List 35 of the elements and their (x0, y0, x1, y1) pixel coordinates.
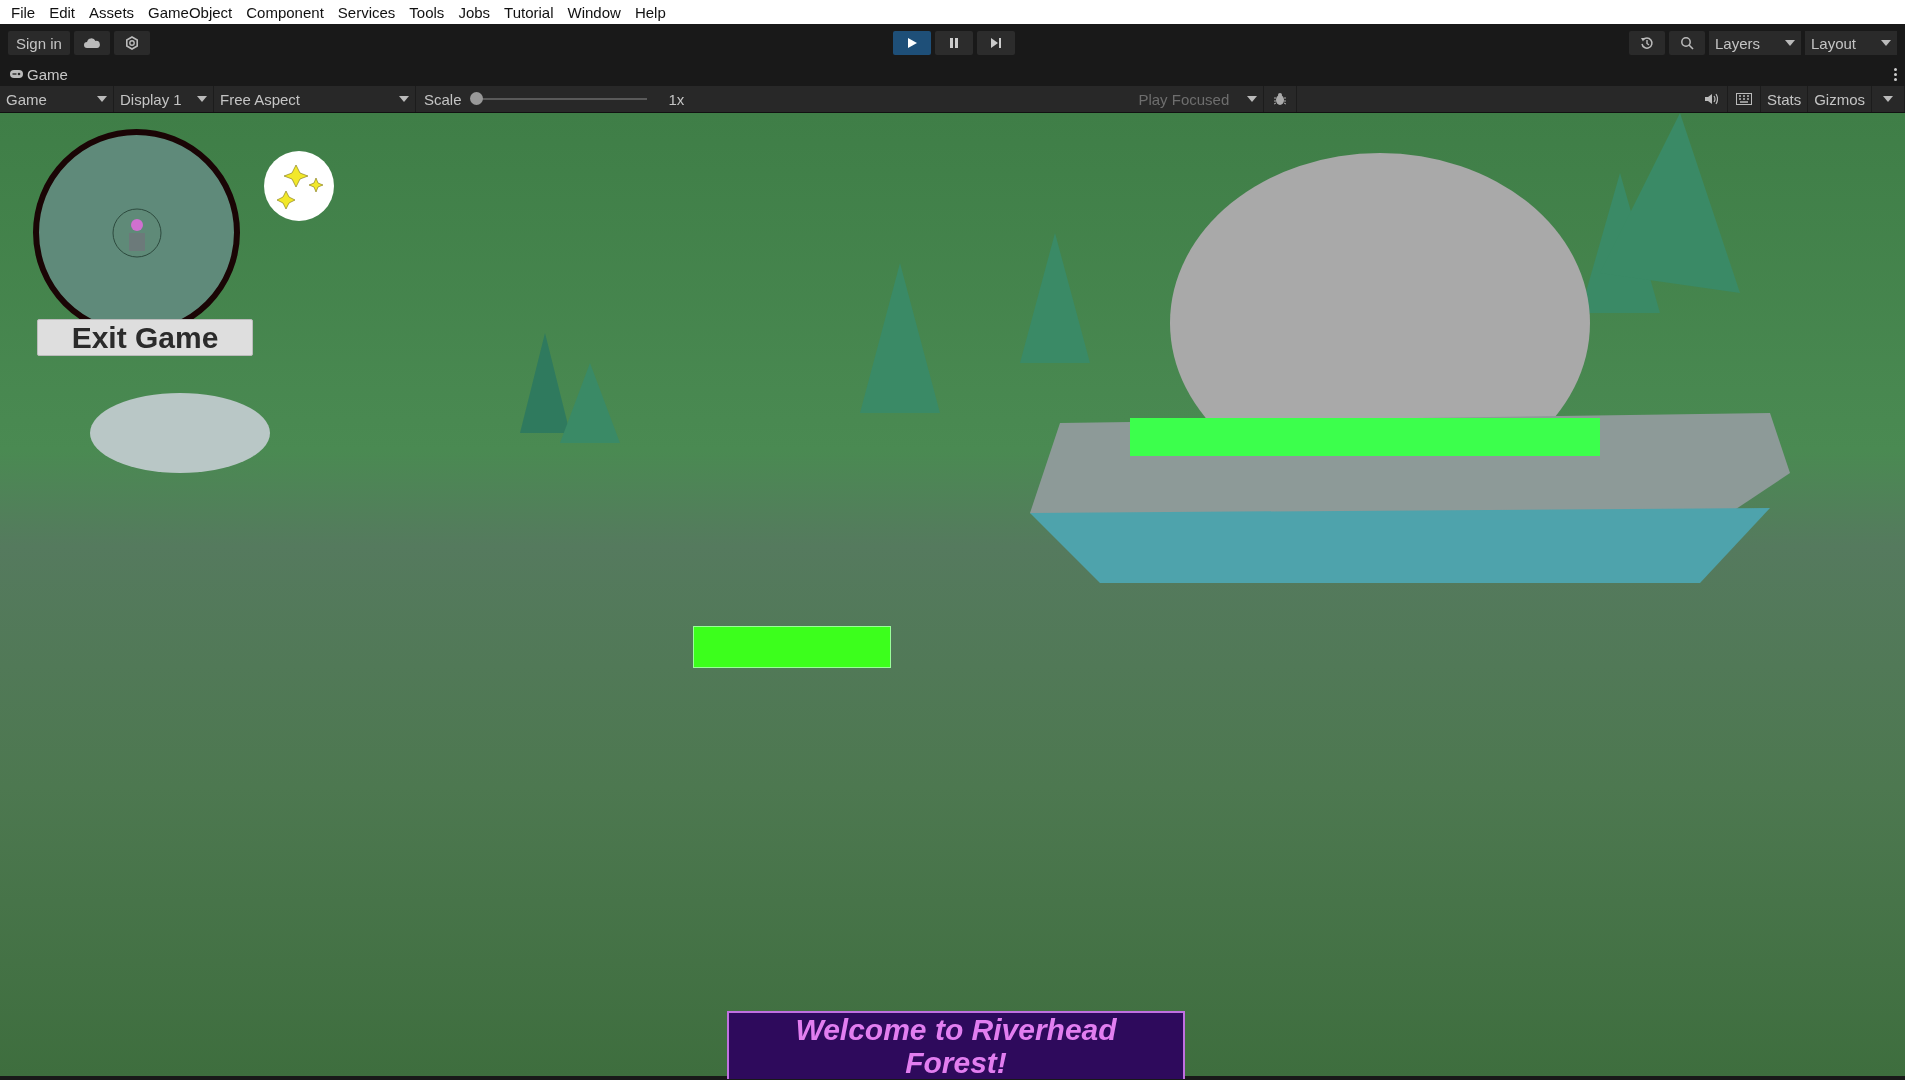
welcome-text: Welcome to Riverhead (795, 1013, 1117, 1046)
step-button[interactable] (977, 31, 1016, 55)
scale-slider[interactable] (469, 92, 483, 105)
welcome-text: Forest! (905, 1046, 1007, 1079)
menu-item[interactable]: Tools (402, 3, 452, 21)
more-icon[interactable] (1894, 67, 1897, 81)
game-tab[interactable]: Game (10, 65, 68, 83)
layers-dropdown[interactable]: Layers (1709, 31, 1801, 55)
search-icon[interactable] (1669, 31, 1705, 55)
menu-item[interactable]: Tutorial (497, 3, 561, 21)
avatar-icon (111, 207, 162, 258)
sparkles-icon[interactable] (264, 151, 334, 221)
menu-item[interactable]: File (4, 3, 43, 21)
history-icon[interactable] (1629, 31, 1665, 55)
scale-label: Scale (424, 90, 462, 108)
pause-icon (948, 37, 961, 49)
menu-item[interactable]: Jobs (451, 3, 498, 21)
menu-item[interactable]: Services (330, 3, 403, 21)
scale-value: 1x (668, 90, 685, 108)
menu-item[interactable]: Help (627, 3, 673, 21)
play-icon (906, 37, 919, 49)
play-button[interactable] (893, 31, 932, 55)
exit-game-button[interactable]: Exit Game (37, 319, 253, 356)
step-icon (990, 37, 1003, 49)
pause-button[interactable] (935, 31, 974, 55)
menu-item[interactable]: Component (239, 3, 331, 21)
settings-icon[interactable] (113, 31, 150, 55)
menu-item[interactable]: Assets (82, 3, 142, 21)
menu-item[interactable]: Edit (42, 3, 83, 21)
menu-item[interactable]: Window (560, 3, 628, 21)
layout-dropdown[interactable]: Layout (1805, 31, 1897, 55)
menu-item[interactable]: GameObject (141, 3, 240, 21)
cloud-icon[interactable] (73, 31, 110, 55)
gamepad-icon (10, 70, 23, 78)
sign-in-button[interactable]: Sign in (8, 31, 70, 55)
